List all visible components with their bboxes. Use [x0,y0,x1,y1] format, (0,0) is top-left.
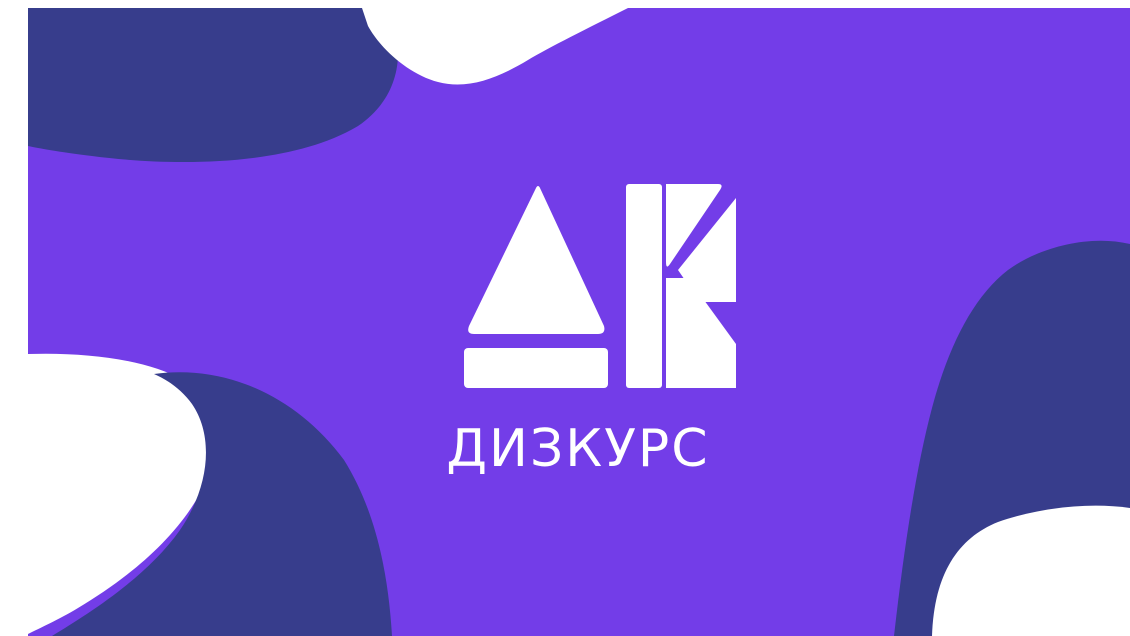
logo-bar [464,348,608,388]
screenshot-frame: ДИЗКУРС [0,0,1130,636]
top-white-blob [362,8,628,85]
top-left-dark-blob [28,8,399,163]
brand-wordmark: ДИЗКУРС [446,419,710,479]
diskurs-logo-icon [464,184,736,388]
logo-triangle [468,186,605,334]
logo-k-stem [626,184,662,388]
brand-banner: ДИЗКУРС [28,8,1130,636]
